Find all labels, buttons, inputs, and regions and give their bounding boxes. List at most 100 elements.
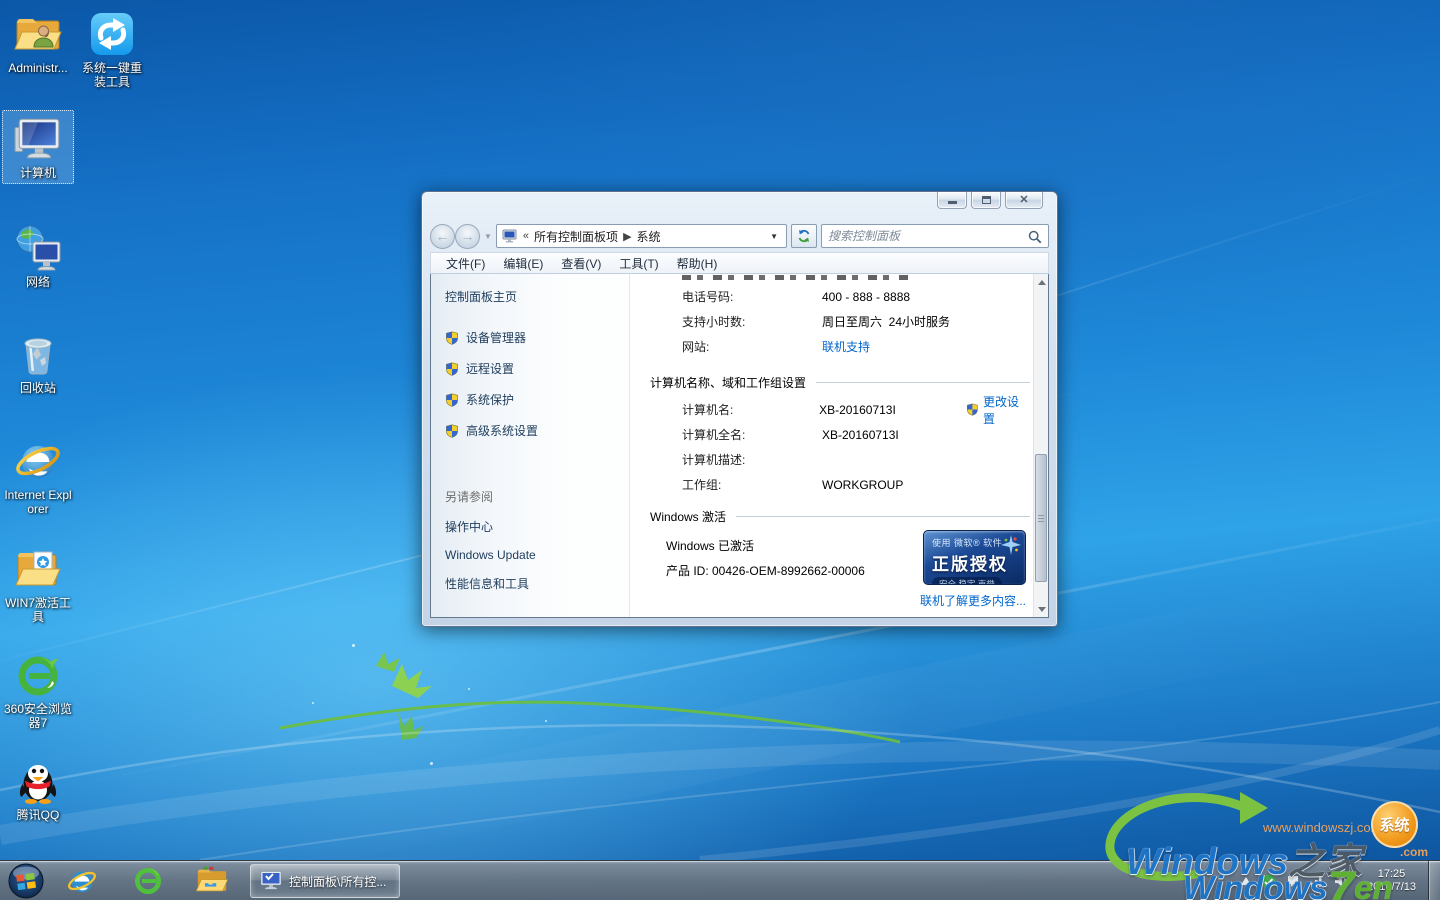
clock-date: 2016/7/13 <box>1367 881 1416 894</box>
section-rule <box>816 382 1030 383</box>
field-value: WORKGROUP <box>822 478 903 492</box>
sidebar-item-device-manager[interactable]: 设备管理器 <box>445 329 629 346</box>
learn-more-online-link[interactable]: 联机了解更多内容... <box>920 592 1026 609</box>
scrollbar-thumb[interactable] <box>1035 454 1047 582</box>
network-icon <box>14 224 62 272</box>
activation-status: Windows 已激活 <box>666 537 754 554</box>
sidebar-item-performance-tools[interactable]: 性能信息和工具 <box>445 575 536 592</box>
active-task-label: 控制面板\所有控... <box>289 873 386 890</box>
wallpaper-swoosh-graphic <box>0 640 1440 860</box>
sidebar-item-label: 高级系统设置 <box>466 422 538 439</box>
address-dropdown-icon[interactable]: ▼ <box>767 232 781 241</box>
field-label: 网站: <box>682 338 822 355</box>
section-title: 计算机名称、域和工作组设置 <box>650 374 816 391</box>
taskbar-internet-explorer-icon[interactable] <box>62 864 102 898</box>
vertical-scrollbar[interactable] <box>1033 274 1048 617</box>
search-box[interactable] <box>821 224 1049 248</box>
uac-shield-icon <box>445 331 459 345</box>
see-also-header: 另请参阅 <box>445 488 536 505</box>
menu-edit[interactable]: 编辑(E) <box>494 253 552 274</box>
close-button[interactable]: ✕ <box>1005 192 1043 209</box>
clipped-scrolled-text <box>682 275 914 280</box>
refresh-button[interactable] <box>791 224 817 248</box>
taskbar: 控制面板\所有控... 17:25 2016/7/13 <box>0 860 1440 900</box>
minimize-button[interactable] <box>937 192 967 209</box>
show-desktop-button[interactable] <box>1428 861 1440 900</box>
sidebar-item-control-panel-home[interactable]: 控制面板主页 <box>445 288 629 305</box>
uac-shield-icon <box>445 393 459 407</box>
desktop-icon-win7-activator[interactable]: WIN7激活工具 <box>2 541 74 627</box>
desktop-icon-label: Internet Explorer <box>3 488 73 516</box>
user-folder-icon <box>14 10 62 58</box>
network-tray-icon[interactable] <box>1310 875 1324 887</box>
computer-description-row: 计算机描述: <box>650 447 1030 472</box>
qq-icon <box>14 757 62 805</box>
taskbar-360-browser-icon[interactable] <box>128 864 168 898</box>
desktop-icon-recycle-bin[interactable]: 回收站 <box>2 326 74 398</box>
see-also-group: 另请参阅 操作中心 Windows Update 性能信息和工具 <box>445 488 536 605</box>
security-check-tray-icon[interactable] <box>1261 874 1276 889</box>
windows-activation-section: Windows 激活 Windows 已激活 产品 ID: 00426-OEM-… <box>650 508 1030 583</box>
sidebar-item-advanced-system-settings[interactable]: 高级系统设置 <box>445 422 629 439</box>
genuine-microsoft-badge[interactable]: 使用 微软® 软件 正版授权 安全 稳定 声誉 <box>923 530 1026 585</box>
system-tray: 17:25 2016/7/13 <box>1236 861 1440 900</box>
activator-folder-icon <box>14 545 62 593</box>
scroll-down-button[interactable] <box>1034 601 1048 617</box>
online-support-link[interactable]: 联机支持 <box>822 338 870 355</box>
desktop-icon-label: 系统一键重装工具 <box>79 61 145 89</box>
computer-icon <box>13 114 63 164</box>
back-button[interactable]: ← <box>430 224 455 249</box>
maximize-button[interactable] <box>971 192 1001 209</box>
forward-button[interactable]: → <box>455 224 480 249</box>
desktop-icon-label: WIN7激活工具 <box>3 596 73 624</box>
desktop-icon-360-browser[interactable]: 360安全浏览器7 <box>2 647 74 733</box>
desktop-icon-network[interactable]: 网络 <box>2 220 74 292</box>
menu-tools[interactable]: 工具(T) <box>610 253 667 274</box>
windows-start-orb-icon <box>8 863 44 899</box>
internet-explorer-icon <box>13 436 63 486</box>
desktop-icon-tencent-qq[interactable]: 腾讯QQ <box>2 753 74 825</box>
field-label: 工作组: <box>682 476 822 493</box>
field-value: XB-20160713I <box>822 428 899 442</box>
action-center-tray-icon[interactable] <box>1286 874 1300 888</box>
search-input[interactable] <box>828 229 1027 243</box>
breadcrumb-all-control-panel-items[interactable]: 所有控制面板项 <box>534 228 618 245</box>
desktop-icon-computer[interactable]: 计算机 <box>2 110 74 184</box>
desktop-icon-reinstall-tool[interactable]: 系统一键重装工具 <box>78 6 146 92</box>
sidebar-item-label: 系统保护 <box>466 391 514 408</box>
taskbar-active-task-control-panel[interactable]: 控制面板\所有控... <box>250 864 400 898</box>
taskbar-clock[interactable]: 17:25 2016/7/13 <box>1367 868 1416 894</box>
desktop-icon-label: 腾讯QQ <box>3 808 73 822</box>
product-id: 产品 ID: 00426-OEM-8992662-00006 <box>666 562 865 579</box>
volume-tray-icon[interactable] <box>1334 875 1348 888</box>
change-settings-link[interactable]: 更改设置 <box>966 393 1030 427</box>
menu-view[interactable]: 查看(V) <box>552 253 610 274</box>
search-icon[interactable] <box>1027 229 1042 244</box>
breadcrumb-system[interactable]: 系统 <box>637 228 661 245</box>
desktop-icon-internet-explorer[interactable]: Internet Explorer <box>2 433 74 519</box>
taskbar-explorer-icon[interactable] <box>192 864 232 898</box>
scroll-up-button[interactable] <box>1034 274 1048 290</box>
desktop-icon-label: 回收站 <box>3 381 73 395</box>
breadcrumb-arrow-icon: ▶ <box>623 230 631 243</box>
address-bar[interactable]: « 所有控制面板项 ▶ 系统 ▼ <box>496 224 787 248</box>
menu-help[interactable]: 帮助(H) <box>668 253 727 274</box>
menu-file[interactable]: 文件(F) <box>437 253 494 274</box>
recent-pages-dropdown-icon[interactable]: ▼ <box>484 232 492 241</box>
breadcrumb-overflow[interactable]: « <box>523 230 529 242</box>
sidebar-item-system-protection[interactable]: 系统保护 <box>445 391 629 408</box>
sidebar-item-windows-update[interactable]: Windows Update <box>445 548 536 562</box>
field-label: 计算机名: <box>682 401 819 418</box>
desktop-icon-administrator[interactable]: Administr... <box>2 6 74 78</box>
sidebar-item-action-center[interactable]: 操作中心 <box>445 518 536 535</box>
desktop-icon-label: 网络 <box>3 275 73 289</box>
show-hidden-icons-button[interactable] <box>1241 877 1251 885</box>
start-button[interactable] <box>6 864 46 898</box>
sidebar-item-remote-settings[interactable]: 远程设置 <box>445 360 629 377</box>
system-control-panel-window: ✕ ← → ▼ « 所有控制面板项 ▶ 系统 ▼ <box>421 191 1058 627</box>
scroll-down-icon <box>1038 607 1046 612</box>
section-rule <box>736 516 1030 517</box>
recycle-bin-icon <box>14 330 62 378</box>
window-titlebar[interactable]: ✕ <box>430 192 1049 220</box>
computer-name-row: 计算机名: XB-20160713I 更改设置 <box>650 397 1030 422</box>
